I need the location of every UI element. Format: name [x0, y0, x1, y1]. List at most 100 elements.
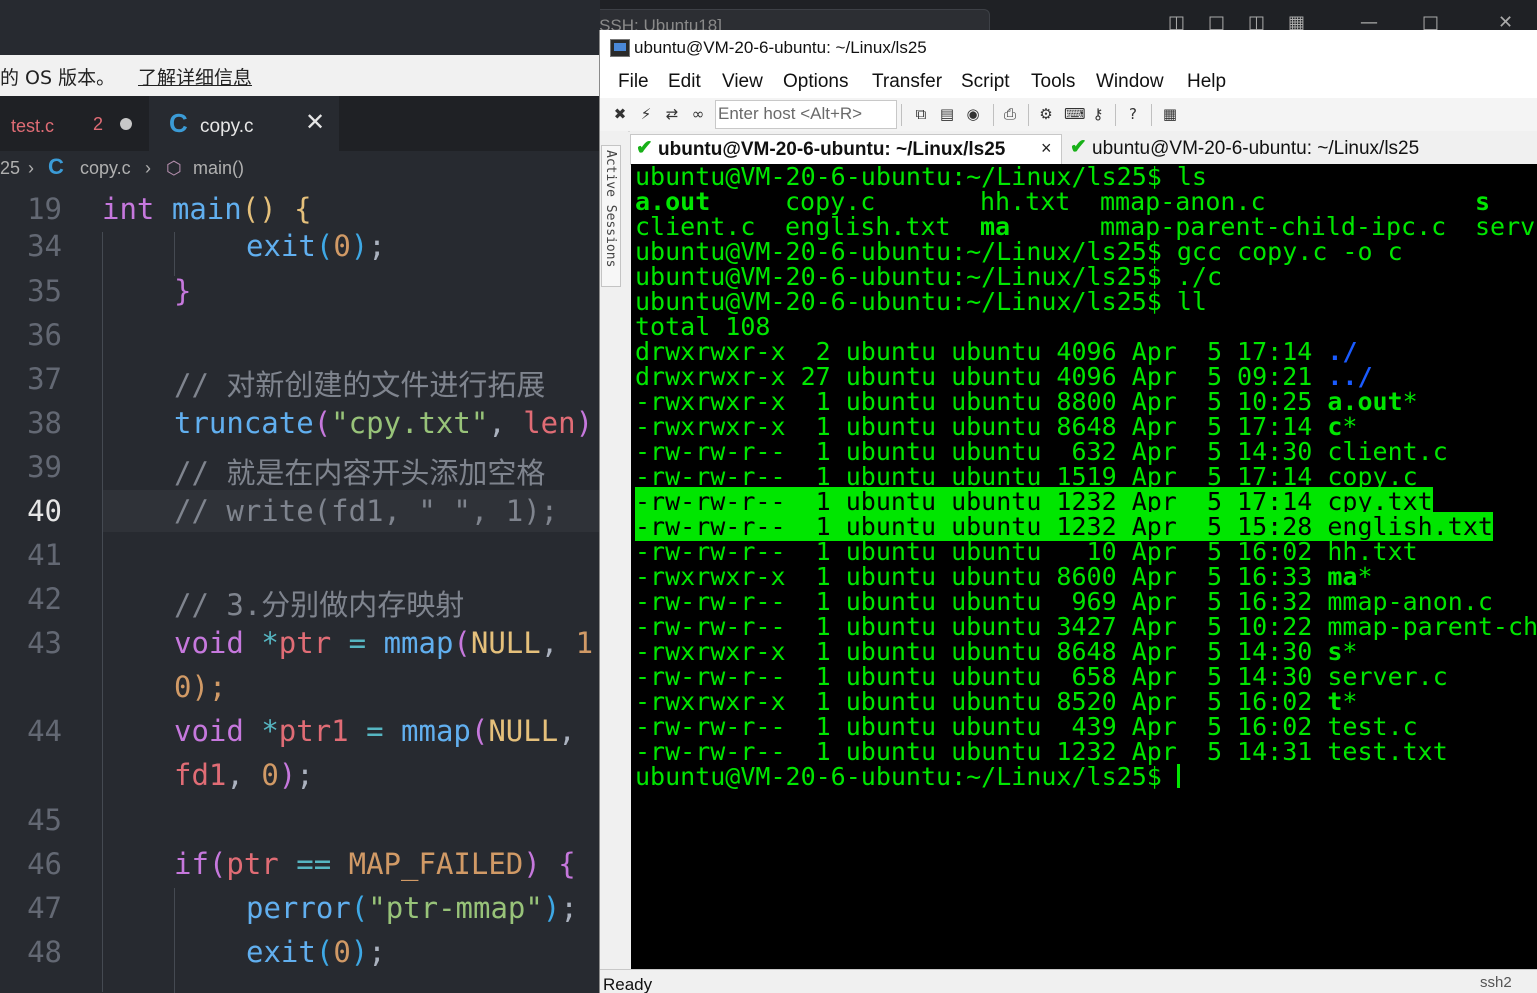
- ll-row: -rw-rw-r-- 1 ubuntu ubuntu 969 Apr 5 16:…: [635, 589, 1493, 614]
- connect-icon[interactable]: ✖: [612, 106, 628, 122]
- protocol-text: ssh2: [1480, 974, 1512, 991]
- line-number: 42: [27, 582, 62, 616]
- code-line: fd1, 0);: [174, 758, 314, 792]
- host-input-box[interactable]: [715, 100, 897, 129]
- ll-row: -rwxrwxr-x 1 ubuntu ubuntu 8648 Apr 5 14…: [635, 639, 1357, 664]
- line-number: 38: [27, 406, 62, 440]
- quick-connect-icon[interactable]: ⚡: [638, 106, 654, 122]
- terminal-screen[interactable]: ubuntu@VM-20-6-ubuntu:~/Linux/ls25$ ls a…: [631, 164, 1537, 969]
- code-editor[interactable]: 19 34 35 36 37 38 39 40 41 42 43 44 45 4…: [0, 188, 600, 993]
- code-line: if(ptr == MAP_FAILED) {: [174, 847, 576, 881]
- find-icon[interactable]: ◉: [965, 106, 981, 122]
- toolbar-divider: [901, 104, 902, 126]
- menu-edit[interactable]: Edit: [668, 71, 701, 93]
- line-number: 36: [27, 318, 62, 352]
- print-icon[interactable]: ⎙: [1002, 106, 1018, 122]
- line-number: 34: [27, 229, 62, 263]
- code-line: // write(fd1, " ", 1);: [174, 494, 559, 528]
- chevron-right-icon: ›: [145, 158, 151, 178]
- text-cursor: [1176, 764, 1180, 788]
- ll-row: -rwxrwxr-x 1 ubuntu ubuntu 8520 Apr 5 16…: [635, 689, 1357, 714]
- code-line: void *ptr = mmap(NULL, 1: [174, 626, 594, 660]
- help-icon[interactable]: ?: [1125, 106, 1141, 122]
- session-manager-icon[interactable]: ▦: [1162, 106, 1178, 122]
- menu-tools[interactable]: Tools: [1031, 71, 1075, 93]
- code-line: // 就是在内容开头添加空格: [174, 456, 546, 490]
- session-tab-label: ubuntu@VM-20-6-ubuntu: ~/Linux/ls25: [658, 139, 1006, 160]
- tab-copy-c[interactable]: C copy.c ✕: [149, 96, 339, 151]
- disconnect-icon[interactable]: ∞: [690, 106, 706, 122]
- line-number: 44: [27, 714, 62, 748]
- status-bar: Ready ssh2: [600, 969, 1537, 993]
- line-number-current: 40: [27, 494, 62, 528]
- code-line: 0);: [174, 670, 227, 704]
- menu-script[interactable]: Script: [961, 71, 1010, 93]
- close-icon[interactable]: ✕: [305, 108, 325, 136]
- line-number: 45: [27, 803, 62, 837]
- tab-label: copy.c: [200, 116, 254, 137]
- indent-guide: [102, 232, 103, 992]
- code-line: }: [174, 274, 192, 308]
- connected-check-icon: ✔: [1070, 136, 1087, 158]
- ll-row: drwxrwxr-x 27 ubuntu ubuntu 4096 Apr 5 0…: [635, 364, 1373, 389]
- reconnect-icon[interactable]: ⇄: [664, 106, 680, 122]
- breadcrumb-folder[interactable]: 25: [0, 158, 20, 179]
- toolbar-divider: [993, 104, 994, 126]
- terminal-line: ubuntu@VM-20-6-ubuntu:~/Linux/ls25$ ./c: [635, 262, 1223, 291]
- breadcrumb-file[interactable]: copy.c: [80, 158, 131, 179]
- menu-options[interactable]: Options: [783, 71, 848, 93]
- line-number: 39: [27, 450, 62, 484]
- ll-row: -rw-rw-r-- 1 ubuntu ubuntu 1232 Apr 5 14…: [635, 739, 1448, 764]
- menu-bar: File Edit View Options Transfer Script T…: [600, 64, 1537, 98]
- key-icon[interactable]: ⚷: [1090, 106, 1106, 122]
- terminal-prompt-line: ubuntu@VM-20-6-ubuntu:~/Linux/ls25$: [635, 764, 1180, 789]
- code-line: void *ptr1 = mmap(NULL,: [174, 714, 576, 748]
- line-number: 43: [27, 626, 62, 660]
- notification-bar: 的 OS 版本。 了解详细信息: [0, 55, 600, 96]
- unsaved-dot-icon[interactable]: [120, 118, 132, 130]
- file-name: mmap-parent-chi: [1327, 612, 1537, 641]
- session-tab-label: ubuntu@VM-20-6-ubuntu: ~/Linux/ls25: [1092, 138, 1420, 159]
- ll-row: -rw-rw-r-- 1 ubuntu ubuntu 658 Apr 5 14:…: [635, 664, 1448, 689]
- terminal-app-icon: [610, 39, 630, 57]
- indent-guide: [174, 232, 175, 276]
- connected-check-icon: ✔: [636, 137, 653, 159]
- notice-text: 的 OS 版本。: [0, 67, 116, 89]
- menu-help[interactable]: Help: [1187, 71, 1226, 93]
- code-line: perror("ptr-mmap");: [246, 891, 578, 925]
- side-panel: Active Sessions: [600, 131, 628, 971]
- host-input[interactable]: [718, 103, 890, 124]
- line-number: 37: [27, 362, 62, 396]
- ll-row: drwxrwxr-x 2 ubuntu ubuntu 4096 Apr 5 17…: [635, 339, 1357, 364]
- code-line: truncate("cpy.txt", len): [174, 406, 594, 440]
- toolbar-divider: [1115, 104, 1116, 126]
- code-line: exit(0);: [246, 229, 386, 263]
- session-tab[interactable]: ✔ ubuntu@VM-20-6-ubuntu: ~/Linux/ls25: [1064, 134, 1454, 164]
- toolbar-divider: [1151, 104, 1152, 126]
- session-tabs: ✔ ubuntu@VM-20-6-ubuntu: ~/Linux/ls25 × …: [630, 131, 1537, 165]
- keymap-icon[interactable]: ⌨: [1064, 106, 1086, 122]
- ll-row: -rw-rw-r-- 1 ubuntu ubuntu 10 Apr 5 16:0…: [635, 539, 1418, 564]
- tab-test-c[interactable]: test.c 2: [0, 96, 148, 151]
- close-icon[interactable]: ×: [1041, 138, 1052, 159]
- menu-window[interactable]: Window: [1096, 71, 1164, 93]
- line-number: 47: [27, 891, 62, 925]
- settings-gear-icon[interactable]: ⚙: [1038, 106, 1054, 122]
- paste-icon[interactable]: ▤: [939, 106, 955, 122]
- line-number: 46: [27, 847, 62, 881]
- active-sessions-tab[interactable]: Active Sessions: [601, 145, 621, 287]
- menu-view[interactable]: View: [722, 71, 763, 93]
- ll-row: -rw-rw-r-- 1 ubuntu ubuntu 1232 Apr 5 17…: [635, 487, 1433, 516]
- menu-file[interactable]: File: [618, 71, 649, 93]
- ll-row: -rw-rw-r-- 1 ubuntu ubuntu 1519 Apr 5 17…: [635, 464, 1418, 489]
- learn-more-link[interactable]: 了解详细信息: [138, 63, 252, 90]
- menu-transfer[interactable]: Transfer: [872, 71, 942, 93]
- copy-icon[interactable]: ⧉: [913, 106, 929, 122]
- session-tab-active[interactable]: ✔ ubuntu@VM-20-6-ubuntu: ~/Linux/ls25 ×: [630, 134, 1062, 165]
- securecrt-window: ubuntu@VM-20-6-ubuntu: ~/Linux/ls25 File…: [599, 30, 1537, 993]
- breadcrumb-symbol[interactable]: main(): [193, 158, 244, 179]
- line-number: 41: [27, 538, 62, 572]
- crt-title-bar: ubuntu@VM-20-6-ubuntu: ~/Linux/ls25: [600, 30, 1537, 64]
- c-file-icon: C: [48, 154, 64, 179]
- toolbar: ✖ ⚡ ⇄ ∞ ⧉ ▤ ◉ ⎙ ⚙ ⌨ ⚷ ? ▦: [600, 98, 1537, 132]
